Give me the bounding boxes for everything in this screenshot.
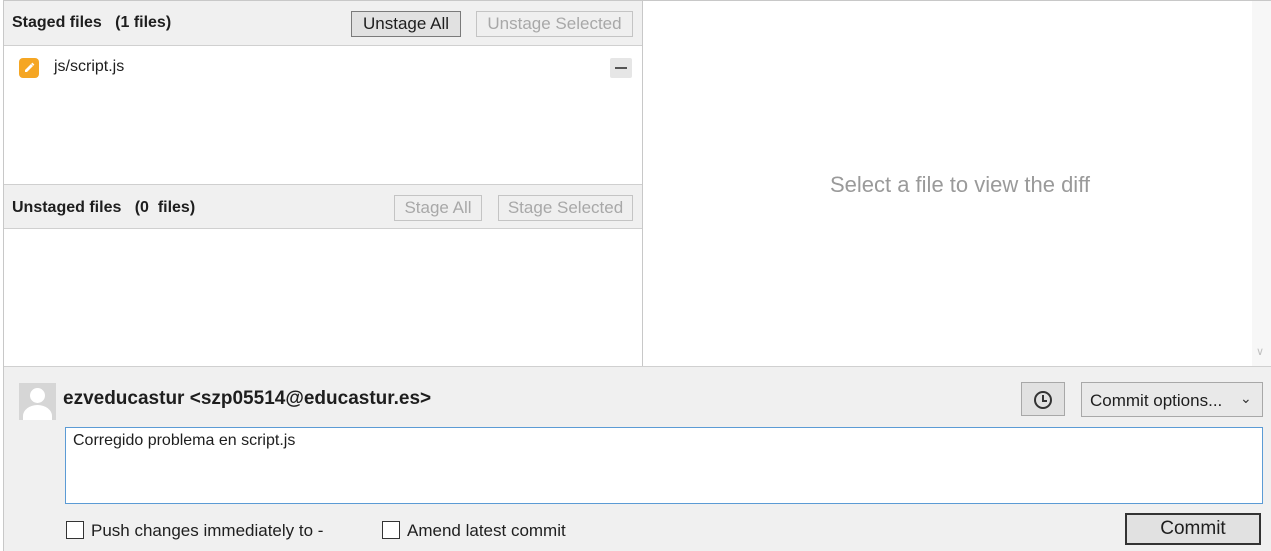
amend-commit-checkbox[interactable]: Amend latest commit xyxy=(382,521,602,541)
pencil-icon xyxy=(19,58,39,78)
commit-history-button[interactable] xyxy=(1021,382,1065,416)
commit-options-label: Commit options... xyxy=(1090,391,1223,410)
push-immediately-checkbox[interactable]: Push changes immediately to - xyxy=(66,521,356,541)
unstage-all-button[interactable]: Unstage All xyxy=(351,11,461,37)
unstaged-files-title: Unstaged files (0 files) xyxy=(12,199,196,216)
commit-options-dropdown[interactable]: Commit options... ⌄ xyxy=(1081,382,1263,417)
push-checkbox-box[interactable] xyxy=(66,521,84,539)
chevron-down-icon: ⌄ xyxy=(1240,390,1252,406)
commit-message-input[interactable]: Corregido problema en script.js xyxy=(65,427,1263,504)
staged-file-name: js/script.js xyxy=(54,58,125,75)
staged-file-row[interactable]: js/script.js xyxy=(4,56,642,80)
diff-scrollbar[interactable]: ∨ xyxy=(1252,1,1271,366)
avatar-shoulders xyxy=(23,405,52,420)
commit-panel: ezveducastur <szp05514@educastur.es> Com… xyxy=(4,367,1271,551)
clock-icon xyxy=(1034,391,1052,409)
clock-hand xyxy=(1042,395,1047,402)
staged-files-header: Staged files (1 files) Unstage All Unsta… xyxy=(4,1,642,46)
unstaged-files-header: Unstaged files (0 files) Stage All Stage… xyxy=(4,184,642,229)
diff-placeholder: Select a file to view the diff xyxy=(829,172,1091,197)
stage-selected-button[interactable]: Stage Selected xyxy=(498,195,633,221)
unstaged-files-list[interactable] xyxy=(4,229,642,366)
scroll-down-icon[interactable]: ∨ xyxy=(1256,345,1264,358)
unstage-file-minus-icon[interactable] xyxy=(610,58,632,78)
amend-checkbox-box[interactable] xyxy=(382,521,400,539)
unstage-selected-button[interactable]: Unstage Selected xyxy=(476,11,633,37)
commit-button[interactable]: Commit xyxy=(1125,513,1261,545)
push-checkbox-label[interactable]: Push changes immediately to - xyxy=(91,521,323,541)
amend-checkbox-label[interactable]: Amend latest commit xyxy=(407,521,566,541)
diff-pane: Select a file to view the diff xyxy=(643,1,1252,366)
commit-author: ezveducastur <szp05514@educastur.es> xyxy=(63,388,432,409)
avatar-head xyxy=(30,388,45,403)
avatar xyxy=(19,383,56,420)
staged-files-list[interactable]: js/script.js xyxy=(4,46,642,184)
staged-files-title: Staged files (1 files) xyxy=(12,14,172,31)
stage-all-button[interactable]: Stage All xyxy=(394,195,482,221)
